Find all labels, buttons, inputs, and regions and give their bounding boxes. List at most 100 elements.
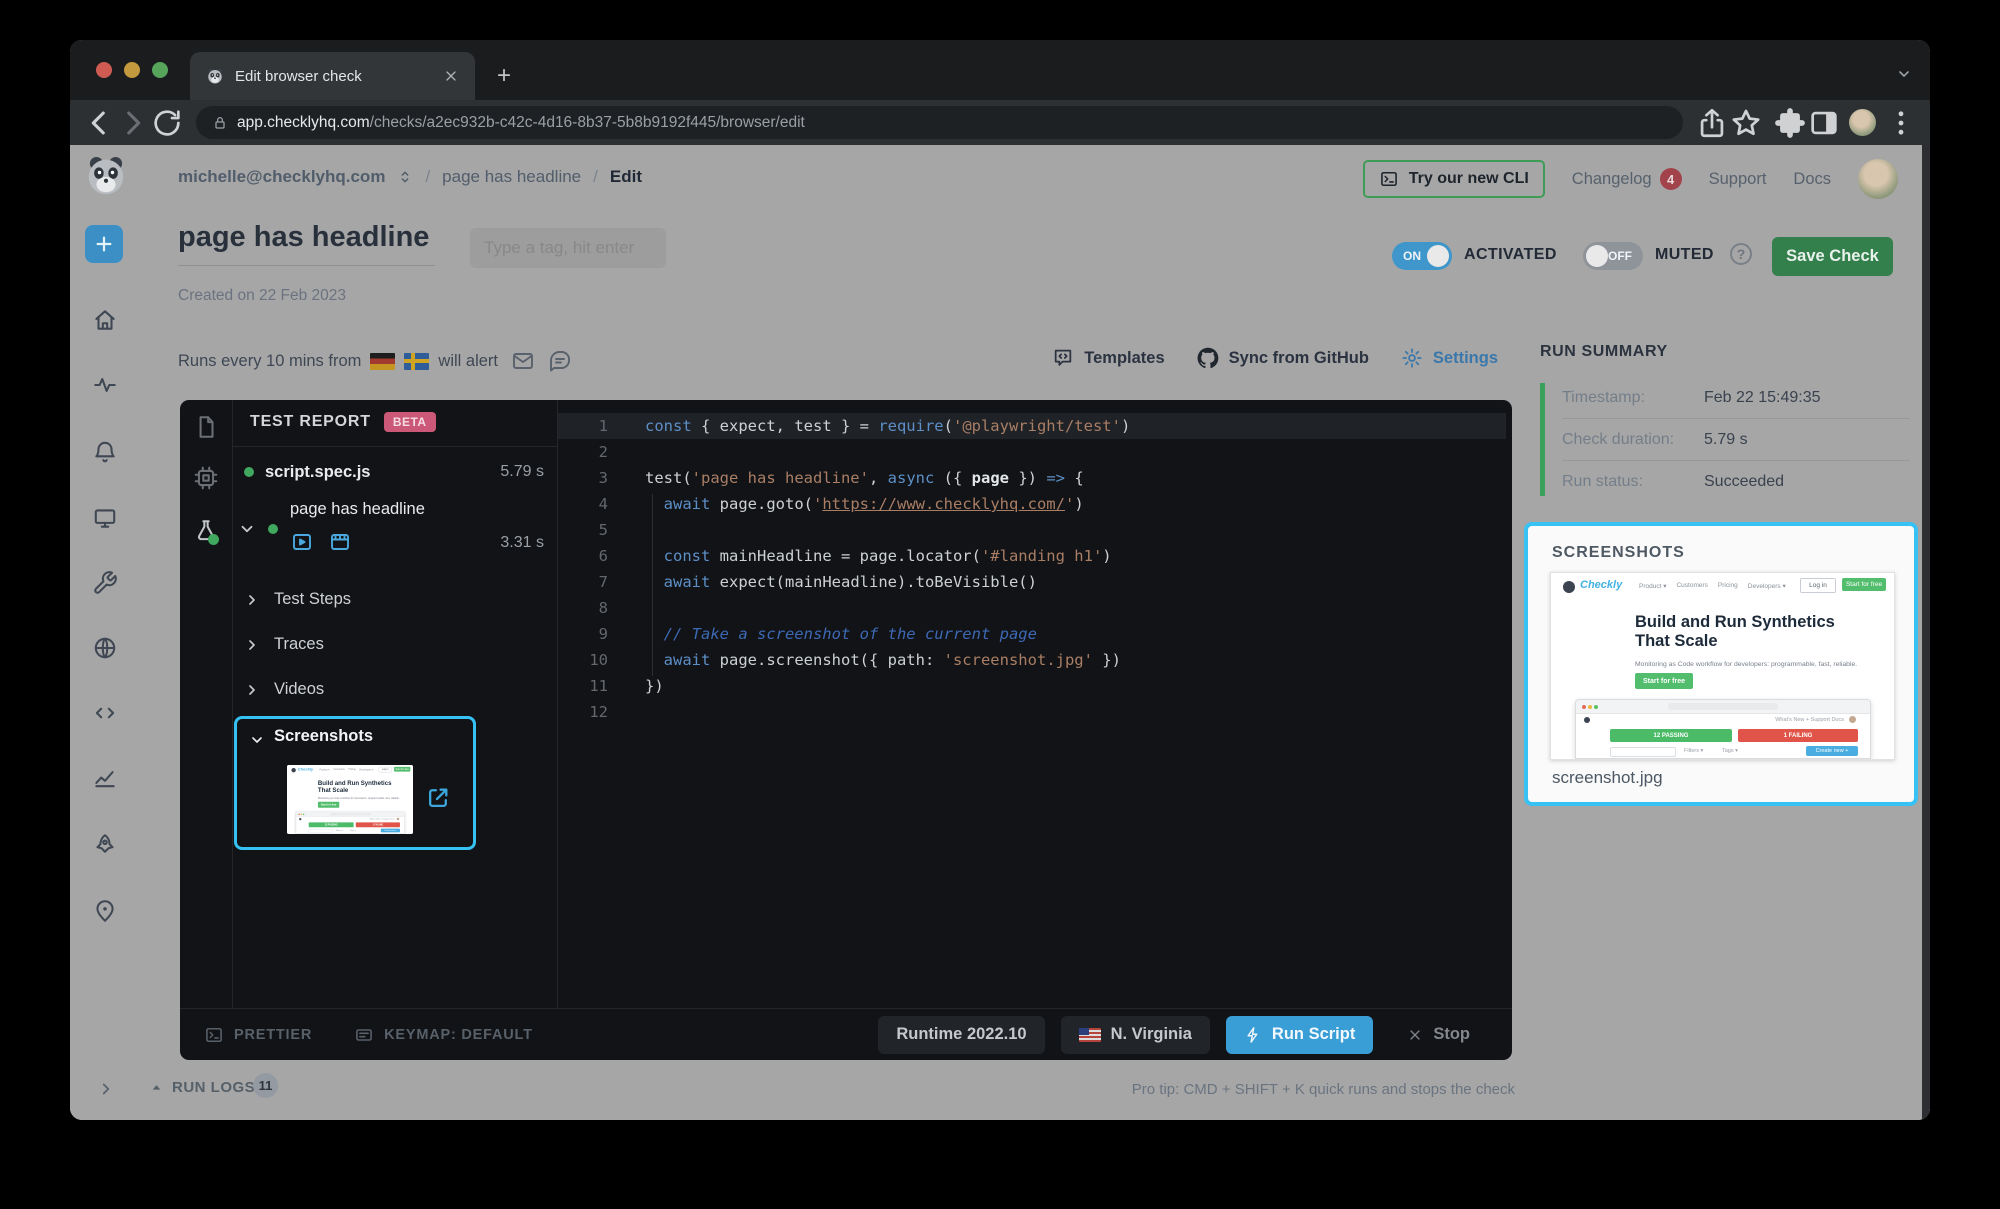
analytics-chart-icon[interactable] <box>92 764 118 790</box>
dependencies-chip-icon[interactable] <box>193 465 219 491</box>
code-editor[interactable]: 1const { expect, test } = require('@play… <box>558 413 1506 725</box>
browser-tab[interactable]: Edit browser check <box>190 52 475 100</box>
muted-help-icon[interactable]: ? <box>1730 243 1752 265</box>
code-line[interactable]: 1const { expect, test } = require('@play… <box>558 413 1506 439</box>
check-name-input[interactable]: page has headline <box>178 221 435 266</box>
keymap-button[interactable]: KEYMAP: DEFAULT <box>354 1025 533 1045</box>
quickstart-rocket-icon[interactable] <box>92 832 118 858</box>
activity-icon[interactable] <box>92 372 118 398</box>
section-screenshots-highlighted[interactable]: Screenshots ChecklyProduct ▾CustomersPri… <box>234 716 476 850</box>
file-tab-icon[interactable] <box>193 414 219 440</box>
account-updown-icon[interactable] <box>397 169 413 185</box>
line-number: 11 <box>558 677 608 695</box>
private-locations-globe-icon[interactable] <box>92 635 118 661</box>
section-traces[interactable]: Traces <box>244 635 324 654</box>
case-chevron-down-icon[interactable] <box>238 520 256 538</box>
region-selector[interactable]: N. Virginia <box>1061 1016 1210 1054</box>
create-new-button[interactable] <box>85 225 123 263</box>
sync-github-button[interactable]: Sync from GitHub <box>1197 347 1369 369</box>
reload-icon[interactable] <box>150 106 184 140</box>
code-line[interactable]: 7 await expect(mainHeadline).toBeVisible… <box>558 569 1506 595</box>
maintenance-wrench-icon[interactable] <box>92 570 118 596</box>
run-logs-collapse-icon[interactable] <box>150 1081 163 1094</box>
run-script-button[interactable]: Run Script <box>1226 1016 1373 1054</box>
trace-window-icon[interactable] <box>328 530 352 554</box>
try-cli-button[interactable]: Try our new CLI <box>1363 160 1545 198</box>
created-date: Created on 22 Feb 2023 <box>178 287 346 305</box>
docs-link[interactable]: Docs <box>1793 170 1831 189</box>
dashboards-icon[interactable] <box>92 505 118 531</box>
email-alert-icon[interactable] <box>511 349 535 373</box>
code-line[interactable]: 11}) <box>558 673 1506 699</box>
snippets-code-icon[interactable] <box>92 700 118 726</box>
code-line[interactable]: 12 <box>558 699 1506 725</box>
share-icon[interactable] <box>1695 106 1729 140</box>
side-panel-icon[interactable] <box>1807 106 1841 140</box>
bookmark-star-icon[interactable] <box>1729 106 1763 140</box>
traffic-close-button[interactable] <box>96 62 112 78</box>
back-icon[interactable] <box>82 106 116 140</box>
prettier-button[interactable]: PRETTIER <box>204 1025 312 1045</box>
code-line[interactable]: 6 const mainHeadline = page.locator('#la… <box>558 543 1506 569</box>
browser-menu-icon[interactable] <box>1884 106 1918 140</box>
section-test-steps[interactable]: Test Steps <box>244 590 351 609</box>
us-flag-icon <box>1079 1028 1101 1042</box>
activated-toggle[interactable]: ON <box>1392 242 1452 270</box>
home-icon[interactable] <box>92 307 118 333</box>
tab-search-chevron-icon[interactable] <box>1896 66 1912 82</box>
run-logs-label[interactable]: RUN LOGS <box>172 1079 255 1096</box>
tab-close-icon[interactable] <box>443 68 459 84</box>
extensions-icon[interactable] <box>1773 106 1807 140</box>
new-tab-button[interactable]: + <box>490 62 518 90</box>
stop-button[interactable]: Stop <box>1389 1016 1488 1054</box>
screenshot-thumbnail-large[interactable]: ChecklyProduct ▾CustomersPricingDevelope… <box>1550 572 1895 760</box>
changelog-count-badge: 4 <box>1660 168 1682 190</box>
muted-toggle[interactable]: OFF <box>1583 242 1643 270</box>
line-number: 9 <box>558 625 608 643</box>
templates-button[interactable]: Templates <box>1052 347 1164 369</box>
breadcrumb-check-name[interactable]: page has headline <box>442 167 581 187</box>
url-bar[interactable]: app.checklyhq.com/checks/a2ec932b-c42c-4… <box>196 106 1683 139</box>
section-videos[interactable]: Videos <box>244 680 324 699</box>
changelog-link[interactable]: Changelog 4 <box>1572 168 1682 190</box>
runtime-selector[interactable]: Runtime 2022.10 <box>878 1016 1044 1054</box>
screenshot-thumbnail-small[interactable]: ChecklyProduct ▾CustomersPricingDevelope… <box>287 765 413 834</box>
activated-label: ACTIVATED <box>1464 246 1557 264</box>
spec-file-row[interactable]: script.spec.js 5.79 s <box>244 458 544 486</box>
code-line[interactable]: 4 await page.goto('https://www.checklyhq… <box>558 491 1506 517</box>
x-icon <box>1407 1027 1423 1043</box>
run-summary-title: RUN SUMMARY <box>1540 343 1668 361</box>
traffic-zoom-button[interactable] <box>152 62 168 78</box>
sms-alert-icon[interactable] <box>548 349 572 373</box>
page-scrollbar[interactable] <box>1922 145 1930 1120</box>
account-switcher[interactable]: michelle@checklyhq.com <box>178 167 385 187</box>
save-check-button[interactable]: Save Check <box>1772 237 1893 276</box>
alerts-bell-icon[interactable] <box>92 439 118 465</box>
code-line[interactable]: 5 <box>558 517 1506 543</box>
code-line[interactable]: 8 <box>558 595 1506 621</box>
code-line[interactable]: 3test('page has headline', async ({ page… <box>558 465 1506 491</box>
traffic-minimize-button[interactable] <box>124 62 140 78</box>
tag-input[interactable] <box>470 228 666 268</box>
video-play-icon[interactable] <box>290 530 314 554</box>
code-line[interactable]: 2 <box>558 439 1506 465</box>
forward-icon[interactable] <box>116 106 150 140</box>
test-case-row[interactable]: page has headline 3.31 s <box>238 500 544 560</box>
support-link[interactable]: Support <box>1709 170 1767 189</box>
expand-sidebar-icon[interactable] <box>97 1080 115 1098</box>
checkly-logo[interactable] <box>83 152 129 198</box>
run-summary-row: Check duration:5.79 s <box>1562 418 1910 460</box>
code-line[interactable]: 9 // Take a screenshot of the current pa… <box>558 621 1506 647</box>
test-report-title: TEST REPORT <box>250 413 371 431</box>
settings-button[interactable]: Settings <box>1401 347 1498 369</box>
gear-icon <box>1401 347 1423 369</box>
code-line[interactable]: 10 await page.screenshot({ path: 'screen… <box>558 647 1506 673</box>
code-text: await expect(mainHeadline).toBeVisible() <box>608 573 1037 591</box>
user-avatar[interactable] <box>1858 159 1898 199</box>
open-external-icon[interactable] <box>426 785 451 810</box>
test-case-name: page has headline <box>290 500 425 519</box>
locations-pin-icon[interactable] <box>92 898 118 924</box>
test-case-duration: 3.31 s <box>500 534 544 552</box>
mini-logo <box>1563 581 1575 593</box>
browser-profile-avatar[interactable] <box>1849 109 1876 136</box>
